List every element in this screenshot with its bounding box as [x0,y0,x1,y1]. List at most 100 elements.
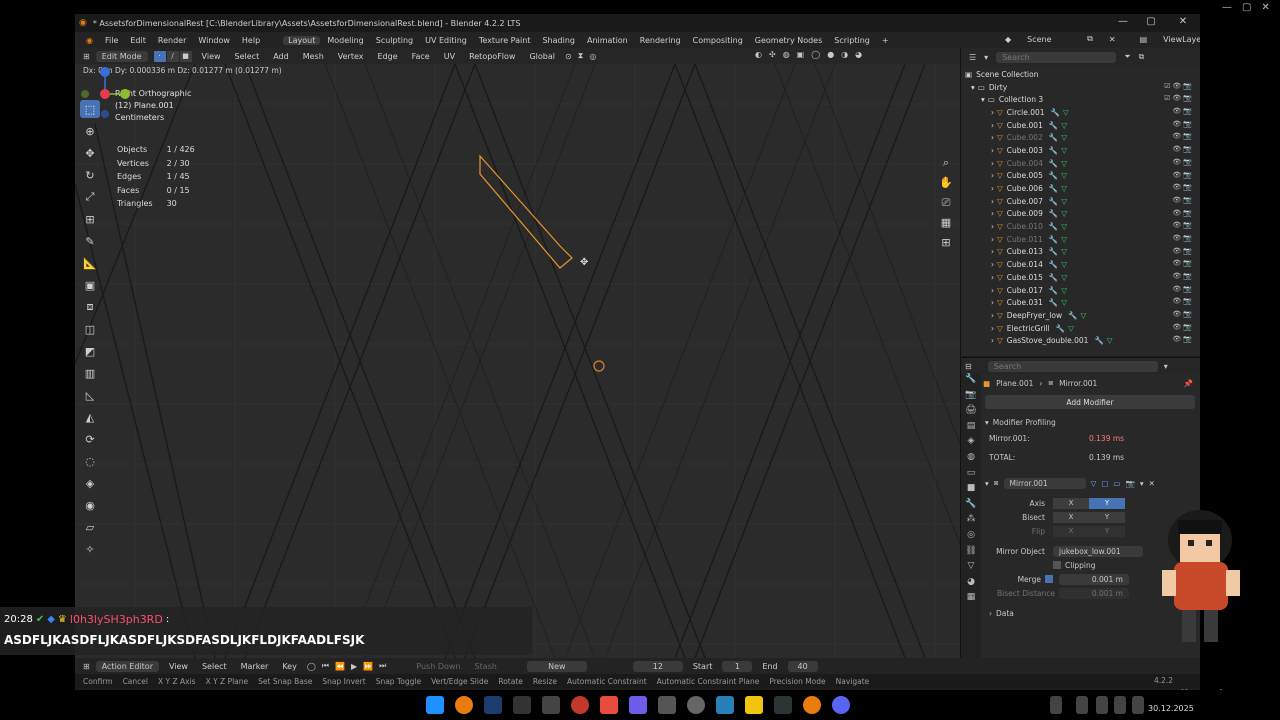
outliner-search[interactable]: Search [996,51,1117,63]
tree-collection-dirty[interactable]: ▾ ▭ Dirty ☑👁📷 [961,81,1200,94]
app-icon[interactable] [658,696,676,714]
outliner-object-row[interactable]: › ▽ Cube.007 🔧 ▽ 👁📷 [961,195,1200,208]
blender-taskbar-icon[interactable] [455,696,473,714]
tab-modeling[interactable]: Modeling [322,36,368,45]
windows-start-icon[interactable] [426,696,444,714]
menu-view[interactable]: View [198,52,225,61]
expand-icon[interactable]: › [991,121,994,130]
github-icon[interactable] [687,696,705,714]
proportional-edit-icon[interactable]: ◎ [589,52,596,61]
volume-icon[interactable] [1114,696,1126,714]
bisect-y-toggle[interactable]: Y [1089,511,1125,523]
outliner-object-row[interactable]: › ▽ Cube.010 🔧 ▽ 👁📷 [961,220,1200,233]
visibility-toggles[interactable]: 👁📷 [1172,285,1194,293]
extrude-tool[interactable]: ⧈ [80,298,100,316]
outliner-object-row[interactable]: › ▽ Cube.009 🔧 ▽ 👁📷 [961,208,1200,221]
mode-dropdown[interactable]: Edit Mode [95,50,148,62]
outliner-object-row[interactable]: › ▽ Cube.006 🔧 ▽ 👁📷 [961,182,1200,195]
expand-icon[interactable]: › [991,209,994,218]
profiling-header[interactable]: ▾ Modifier Profiling [983,415,1200,429]
tab-compositing[interactable]: Compositing [688,36,748,45]
viewlayer-name[interactable]: ViewLayer [1158,35,1200,44]
menu-render[interactable]: Render [153,36,191,45]
dropdown-icon[interactable]: ▾ [1140,479,1144,488]
outliner-object-row[interactable]: › ▽ Cube.004 🔧 ▽ 👁📷 [961,157,1200,170]
push-down-button[interactable]: Push Down [412,662,464,671]
filter-icon[interactable]: ▾ [984,53,988,62]
shrink-fatten-tool[interactable]: ◉ [80,496,100,514]
current-frame-field[interactable]: 12 [632,660,683,672]
tab-sculpting[interactable]: Sculpting [371,36,418,45]
expand-icon[interactable]: › [991,286,994,295]
scene-copy-icon[interactable]: ⧉ [1082,34,1098,44]
measure-tool[interactable]: 📐 [80,254,100,272]
xray-icon[interactable]: ▣ [797,50,805,59]
clipping-checkbox[interactable] [1053,561,1061,569]
mirror-object-field[interactable]: jukebox_low.001 [1053,545,1143,557]
tab-texture-paint[interactable]: Texture Paint [474,36,536,45]
battery-icon[interactable] [1132,696,1144,714]
rip-tool[interactable]: ✧ [80,540,100,558]
next-key-icon[interactable]: ⏩ [363,662,373,671]
expand-icon[interactable]: ▾ [985,479,989,488]
auto-key-icon[interactable]: ◯ [307,662,316,671]
expand-icon[interactable]: › [991,184,994,193]
menu-marker[interactable]: Marker [237,662,273,671]
expand-icon[interactable]: › [991,108,994,117]
loop-cut-tool[interactable]: ▥ [80,364,100,382]
annotate-tool[interactable]: ✎ [80,232,100,250]
expand-icon[interactable]: › [991,311,994,320]
tab-geometry-nodes[interactable]: Geometry Nodes [750,36,827,45]
tree-collection-3[interactable]: ▾ ▭ Collection 3 ☑👁📷 [961,93,1200,106]
solid-shading-icon[interactable]: ● [827,50,834,59]
merge-checkbox[interactable] [1045,575,1053,583]
menu-select[interactable]: Select [198,662,231,671]
visibility-toggles[interactable]: 👁📷 [1172,272,1194,280]
tab-rendering[interactable]: Rendering [635,36,686,45]
menu-uv[interactable]: UV [440,52,459,61]
expand-icon[interactable]: › [991,133,994,142]
outliner-filter-icon[interactable]: ⏷ [1124,52,1130,62]
outliner-object-row[interactable]: › ▽ Cube.005 🔧 ▽ 👁📷 [961,170,1200,183]
editor-mode-dropdown[interactable]: Action Editor [95,660,159,672]
tool-tab-icon[interactable]: 🔧 [961,374,981,390]
inset-tool[interactable]: ◫ [80,320,100,338]
end-frame-field[interactable]: 40 [787,660,818,672]
outliner-object-row[interactable]: › ▽ Circle.001 🔧 ▽ 👁📷 [961,106,1200,119]
bisect-distance-field[interactable]: 0.001 m [1059,587,1129,599]
menu-view[interactable]: View [165,662,192,671]
expand-icon[interactable]: › [991,247,994,256]
app-icon[interactable] [513,696,531,714]
3d-viewport[interactable]: ✥ ⬚ ⊕ ✥ ↻ ⤢ ⊞ ✎ 📐 ▣ ⧈ ◫ ◩ ▥ ◺ ◭ ⟳ ◌ ◈ ◉ … [75,64,960,658]
face-select-icon[interactable]: ■ [179,50,192,62]
app-icon[interactable] [774,696,792,714]
physics-tab-icon[interactable]: ◎ [961,530,981,546]
editmode-icon[interactable]: ▢ [1101,479,1108,488]
outliner-object-row[interactable]: › ▽ ElectricGrill 🔧 ▽ 👁📷 [961,322,1200,335]
scale-tool[interactable]: ⤢ [80,188,100,206]
poly-build-tool[interactable]: ◭ [80,408,100,426]
data-tab-icon[interactable]: ▽ [961,561,981,577]
visibility-toggles[interactable]: 👁📷 [1172,259,1194,267]
opera-icon[interactable] [571,696,589,714]
visibility-toggles[interactable]: 👁📷 [1172,310,1194,318]
visibility-toggles[interactable]: 👁📷 [1172,132,1194,140]
tab-shading[interactable]: Shading [537,36,580,45]
pan-hand-icon[interactable]: ✋ [938,176,954,196]
output-tab-icon[interactable]: 🖨 [961,405,981,421]
visibility-toggles[interactable]: 👁📷 [1172,107,1194,115]
z-axis-icon[interactable] [100,67,110,77]
spin-tool[interactable]: ⟳ [80,430,100,448]
chevron-right-icon[interactable]: › [989,609,992,618]
expand-icon[interactable]: › [991,159,994,168]
jump-start-icon[interactable]: ⏮ [322,661,329,671]
maximize-button[interactable]: ▢ [1143,16,1159,30]
viewlayer-icon[interactable]: ▤ [1135,35,1153,44]
object-tab-icon[interactable]: ■ [961,483,981,499]
menu-face[interactable]: Face [408,52,434,61]
system-tray-icon[interactable] [1050,696,1062,714]
vertex-mode-icon[interactable]: ▽ [1091,479,1097,488]
dopesheet-icon[interactable]: ⊞ [83,662,90,671]
expand-icon[interactable]: › [991,197,994,206]
expand-icon[interactable]: › [991,298,994,307]
